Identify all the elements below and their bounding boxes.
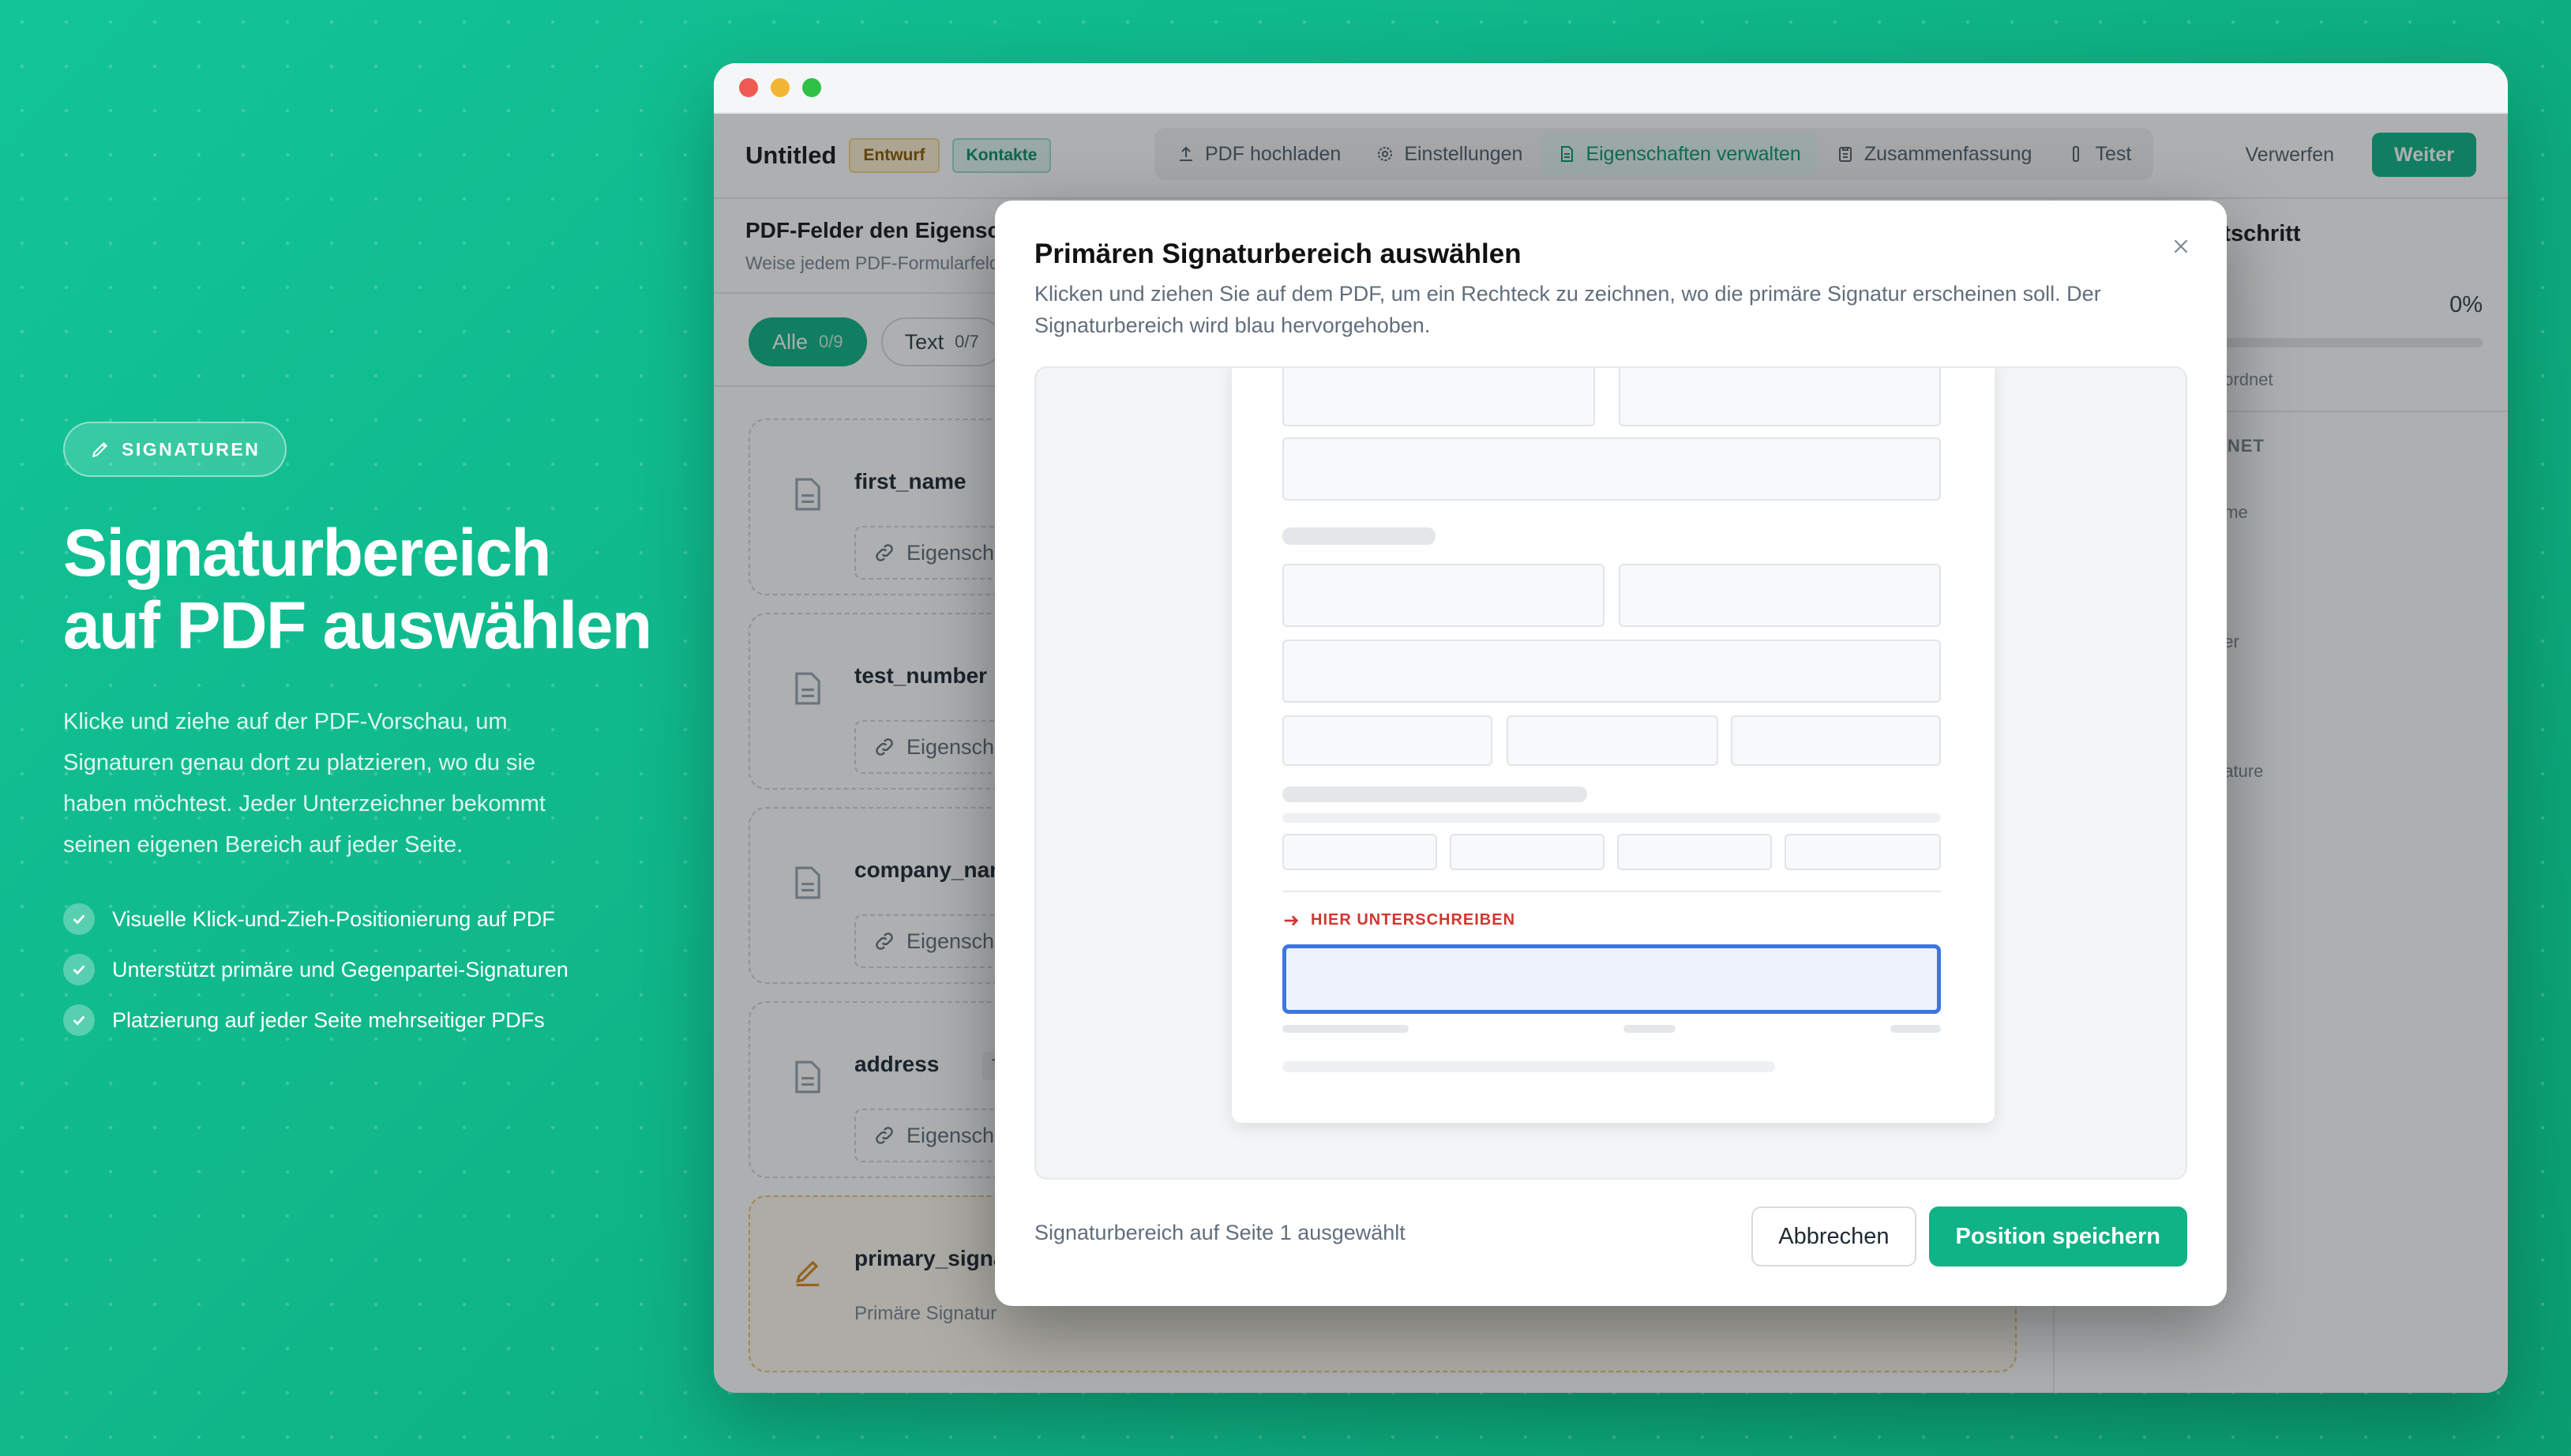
pdf-form-field	[1731, 715, 1941, 766]
feature-list: Visuelle Klick-und-Zieh-Positionierung a…	[63, 894, 663, 1045]
pdf-form-field	[1282, 834, 1437, 870]
check-icon	[63, 954, 95, 985]
feature-badge-label: SIGNATUREN	[122, 438, 261, 460]
pdf-text-placeholder	[1890, 1025, 1941, 1033]
window-titlebar	[714, 63, 2508, 114]
pdf-text-placeholder	[1623, 1025, 1676, 1033]
arrow-right-icon	[1284, 915, 1299, 925]
sign-here-label: HIER UNTERSCHREIBEN	[1282, 911, 1515, 929]
pdf-form-field	[1507, 715, 1718, 766]
pdf-form-field	[1785, 834, 1941, 870]
pdf-heading-placeholder	[1282, 786, 1587, 802]
pdf-form-field	[1282, 640, 1941, 703]
feature-badge: SIGNATUREN	[63, 422, 287, 477]
dialog-description: Klicken und ziehen Sie auf dem PDF, um e…	[1034, 282, 2101, 337]
check-icon	[63, 903, 95, 935]
pdf-form-field	[1282, 368, 1595, 426]
feature-item: Platzierung auf jeder Seite mehrseitiger…	[63, 995, 663, 1045]
pdf-form-field	[1617, 834, 1772, 870]
pdf-page[interactable]: HIER UNTERSCHREIBEN	[1232, 368, 1995, 1123]
pdf-preview-canvas[interactable]: HIER UNTERSCHREIBEN	[1034, 366, 2187, 1180]
hero-title: Signaturbereich auf PDF auswählen	[63, 516, 652, 662]
close-icon	[2174, 239, 2188, 253]
pdf-form-field	[1282, 715, 1492, 766]
check-icon	[63, 1004, 95, 1036]
pdf-text-placeholder	[1282, 1025, 1409, 1033]
dialog-title: Primären Signaturbereich auswählen	[1034, 238, 1522, 269]
pdf-heading-placeholder	[1282, 527, 1436, 545]
pdf-divider	[1282, 891, 1941, 892]
pdf-form-field	[1619, 368, 1941, 426]
selection-status: Signaturbereich auf Seite 1 ausgewählt	[1034, 1221, 1406, 1244]
feature-item: Unterstützt primäre und Gegenpartei-Sign…	[63, 944, 663, 995]
close-dialog-button[interactable]	[2164, 229, 2198, 264]
promo-panel: SIGNATUREN Signaturbereich auf PDF auswä…	[63, 422, 663, 1045]
pdf-form-field	[1282, 564, 1605, 627]
pdf-text-placeholder	[1282, 1061, 1775, 1072]
pdf-form-field	[1450, 834, 1605, 870]
signature-area-dialog: Primären Signaturbereich auswählen Klick…	[995, 201, 2227, 1306]
selected-signature-area[interactable]	[1282, 944, 1941, 1014]
cancel-button[interactable]: Abbrechen	[1751, 1206, 1916, 1266]
maximize-window-button[interactable]	[802, 78, 821, 97]
save-position-button[interactable]: Position speichern	[1928, 1206, 2187, 1266]
pen-icon	[92, 441, 108, 458]
dialog-actions: Abbrechen Position speichern	[1751, 1206, 2187, 1266]
close-window-button[interactable]	[739, 78, 758, 97]
feature-item: Visuelle Klick-und-Zieh-Positionierung a…	[63, 894, 663, 944]
pdf-form-field	[1619, 564, 1941, 627]
minimize-window-button[interactable]	[771, 78, 790, 97]
hero-description: Klicke und ziehe auf der PDF-Vorschau, u…	[63, 709, 546, 857]
pdf-text-placeholder	[1282, 813, 1941, 823]
pdf-form-field	[1282, 437, 1941, 501]
